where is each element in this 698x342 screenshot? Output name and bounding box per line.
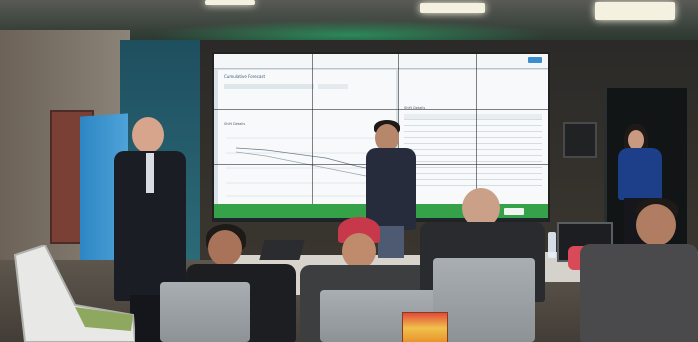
water-bottle (548, 232, 556, 258)
ceiling-light (420, 3, 485, 13)
head (342, 233, 376, 269)
header-button (528, 57, 542, 63)
white-lounge-chair (13, 245, 135, 342)
wall-device (563, 122, 597, 158)
head (132, 117, 164, 153)
photo-scene: Cumulative Forecast Shift Details Shift … (0, 0, 698, 342)
bezel-seam (214, 109, 548, 110)
shirt (146, 153, 154, 193)
shift-table-panel: Shift Details (398, 70, 548, 206)
head (636, 204, 676, 246)
shirt (580, 244, 698, 342)
chart-title: Shift Details (224, 122, 246, 126)
head (628, 130, 644, 150)
ceiling-light (595, 2, 675, 20)
blue-top (618, 148, 662, 200)
book (402, 312, 448, 342)
filter-bar (224, 84, 314, 89)
chair (433, 258, 535, 342)
head (208, 230, 242, 266)
chair (160, 282, 250, 342)
panel-title: Cumulative Forecast (224, 74, 266, 79)
bezel-seam (312, 54, 313, 220)
app-header (214, 54, 548, 69)
table-row (404, 180, 542, 186)
attendee-right (580, 198, 698, 342)
ceiling-light (205, 0, 255, 5)
filter-field (318, 84, 348, 89)
